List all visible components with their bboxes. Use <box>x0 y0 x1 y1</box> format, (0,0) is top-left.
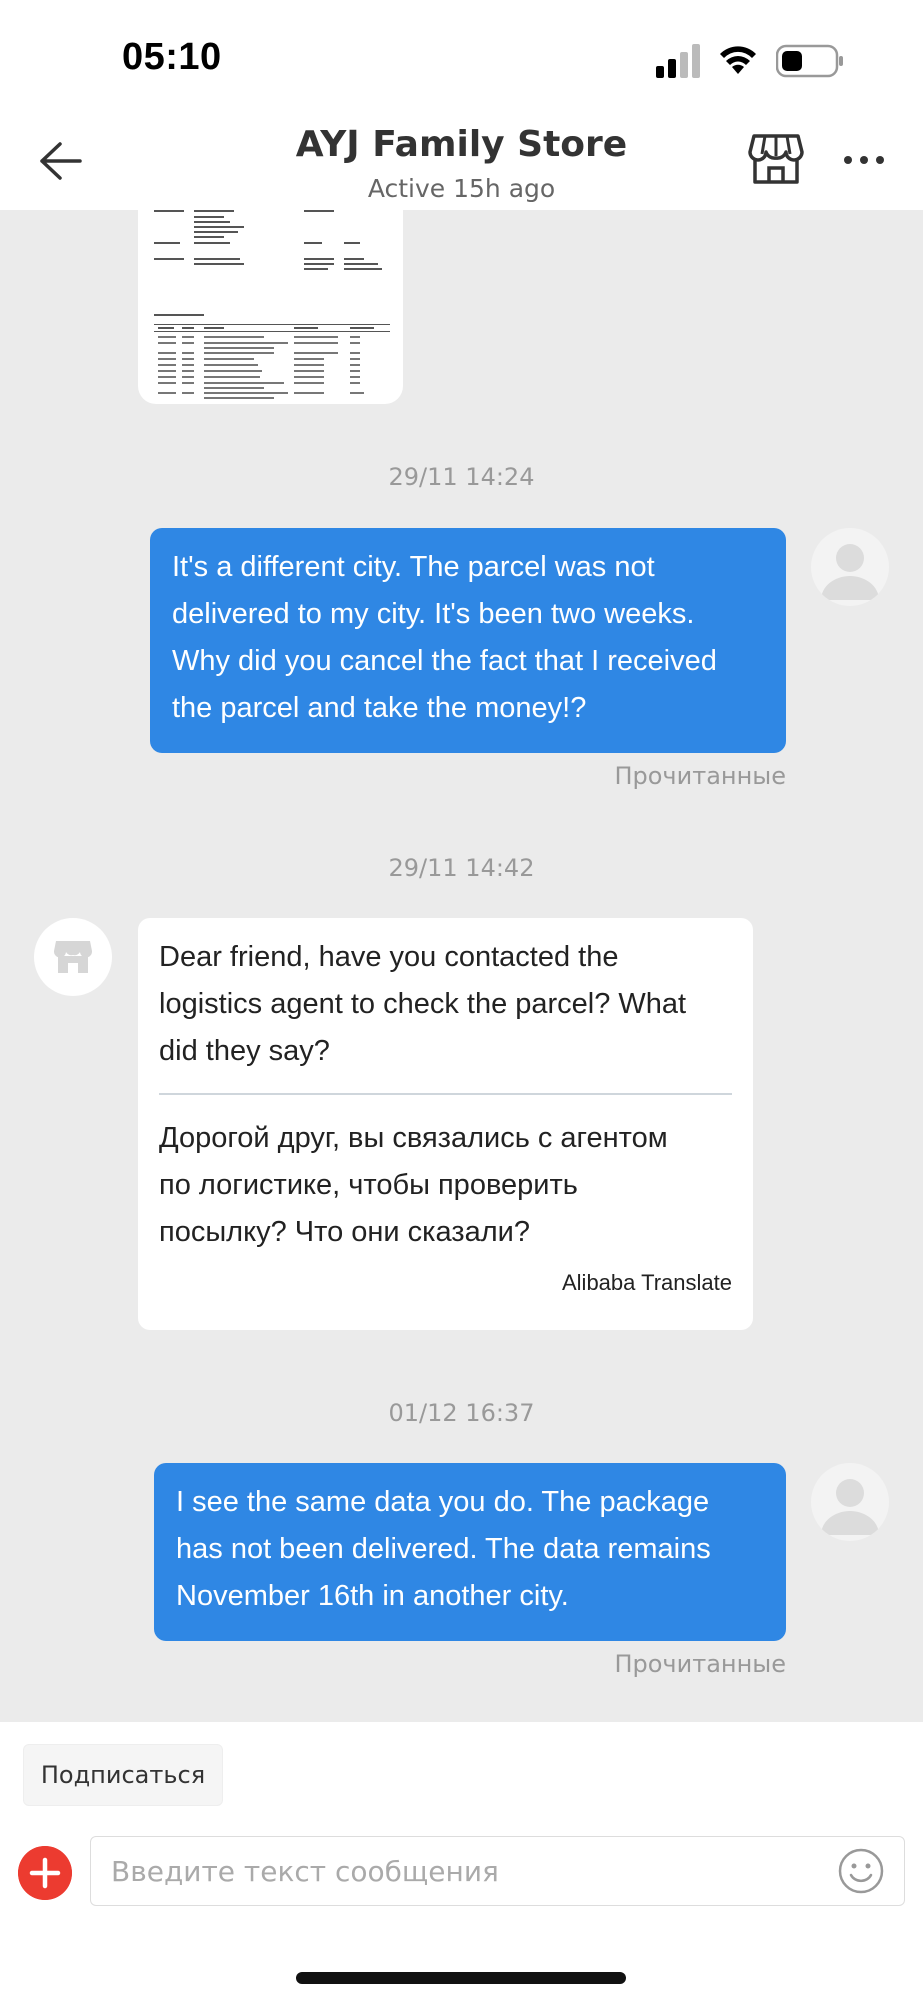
translated-line: Дорогой друг, вы связались с агентом <box>159 1122 668 1154</box>
cellular-signal-icon <box>656 44 700 78</box>
message-composer: Подписаться <box>0 1722 923 2000</box>
more-options-icon[interactable] <box>842 146 886 174</box>
message-line: It's a different city. The parcel was no… <box>172 551 655 583</box>
read-status: Прочитанные <box>614 762 786 790</box>
translated-line: посылку? Что они сказали? <box>159 1216 530 1248</box>
message-input-box[interactable] <box>90 1836 905 1906</box>
store-icon[interactable] <box>748 132 804 186</box>
translated-line: по логистике, чтобы проверить <box>159 1169 578 1201</box>
store-avatar-icon <box>53 941 93 973</box>
message-line: logistics agent to check the parcel? Wha… <box>159 988 687 1020</box>
message-line: I see the same data you do. The package <box>176 1486 710 1518</box>
message-line: the parcel and take the money!? <box>172 692 587 724</box>
incoming-message-bubble[interactable]: Dear friend, have you contacted the logi… <box>138 918 753 1330</box>
message-input[interactable] <box>111 1847 811 1895</box>
document-content-icon <box>154 210 390 399</box>
outgoing-message-bubble[interactable]: I see the same data you do. The package … <box>154 1463 786 1641</box>
message-line: Why did you cancel the fact that I recei… <box>172 645 717 677</box>
chat-messages-area[interactable]: 29/11 14:24 It's a different city. The p… <box>0 210 923 1722</box>
default-user-icon <box>821 1479 879 1535</box>
home-indicator <box>296 1972 626 1984</box>
translation-credit: Alibaba Translate <box>562 1270 732 1295</box>
message-timestamp: 29/11 14:24 <box>388 463 535 491</box>
outgoing-message-bubble[interactable]: It's a different city. The parcel was no… <box>150 528 786 753</box>
message-timestamp: 01/12 16:37 <box>388 1399 535 1427</box>
message-timestamp: 29/11 14:42 <box>388 854 535 882</box>
add-attachment-icon[interactable] <box>18 1846 72 1900</box>
chat-header: AYJ Family Store Active 15h ago <box>0 110 923 210</box>
default-user-icon <box>821 544 879 600</box>
store-avatar[interactable] <box>34 918 112 996</box>
emoji-icon[interactable] <box>837 1847 885 1895</box>
user-avatar[interactable] <box>811 1463 889 1541</box>
message-line: delivered to my city. It's been two week… <box>172 598 695 630</box>
read-status: Прочитанные <box>614 1650 786 1678</box>
status-bar: 05:10 <box>0 0 923 110</box>
message-line: November 16th in another city. <box>176 1580 569 1612</box>
message-line: did they say? <box>159 1035 330 1067</box>
translation-divider <box>159 1093 732 1095</box>
message-line: Dear friend, have you contacted the <box>159 941 619 973</box>
subscribe-button[interactable]: Подписаться <box>23 1744 223 1806</box>
wifi-icon <box>720 46 756 74</box>
status-time: 05:10 <box>122 36 222 78</box>
battery-icon <box>776 44 843 78</box>
shipping-document-thumbnail[interactable] <box>138 210 403 404</box>
message-line: has not been delivered. The data remains <box>176 1533 711 1565</box>
user-avatar[interactable] <box>811 528 889 606</box>
